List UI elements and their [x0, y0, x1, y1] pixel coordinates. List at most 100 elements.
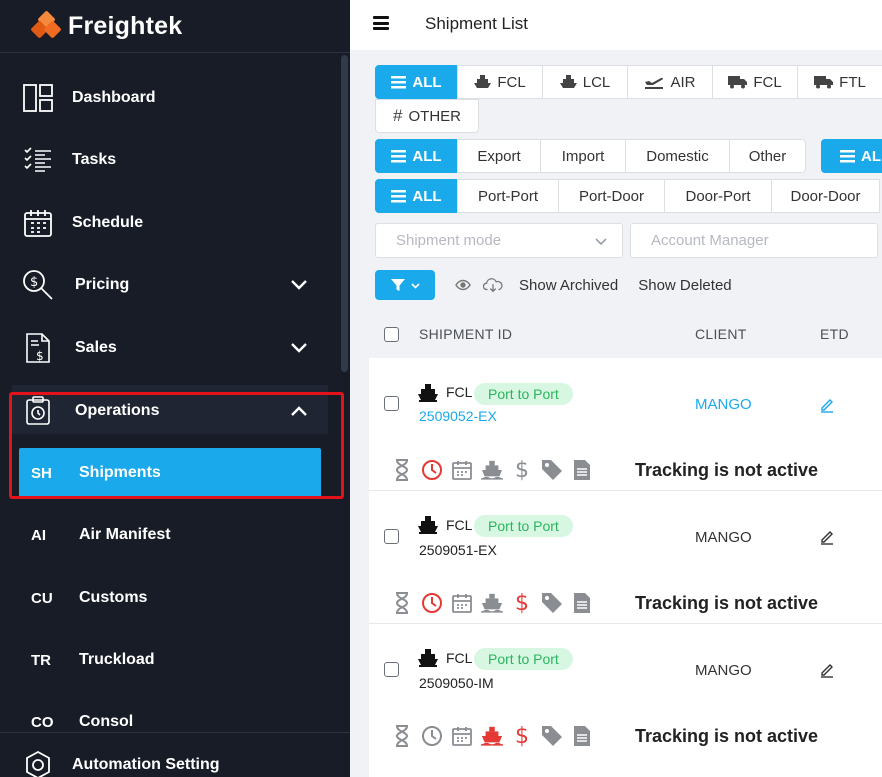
- service-badge: Port to Port: [474, 383, 573, 405]
- select-all-checkbox[interactable]: [384, 327, 399, 342]
- clock-alert-icon[interactable]: [421, 459, 443, 481]
- list-toolbar: Show Archived Show Deleted: [375, 270, 732, 300]
- sidebar-item-sales[interactable]: $ Sales: [0, 322, 340, 374]
- table-row[interactable]: FCL Port to Port 2509052-EX MANGO $ Trac…: [369, 358, 882, 491]
- calendar-icon[interactable]: [451, 725, 473, 747]
- sales-icon: $: [22, 332, 54, 364]
- direction-filter-domestic[interactable]: Domestic: [625, 139, 730, 173]
- mode-filter-lcl[interactable]: LCL: [542, 65, 628, 99]
- dollar-alert-icon[interactable]: $: [511, 591, 533, 616]
- sidebar-item-dashboard[interactable]: Dashboard: [0, 72, 340, 124]
- sidebar-subitem-truckload[interactable]: TR Truckload: [0, 635, 340, 685]
- column-header-client[interactable]: CLIENT: [695, 326, 747, 342]
- direction-filter-other[interactable]: Other: [729, 139, 806, 173]
- service-filter-all[interactable]: ALL: [375, 179, 458, 213]
- document-icon[interactable]: [571, 592, 593, 614]
- tag-icon[interactable]: [541, 592, 563, 614]
- calendar-icon[interactable]: [451, 592, 473, 614]
- ship-status-icon[interactable]: [481, 592, 503, 614]
- subitem-abbr: CO: [31, 713, 54, 731]
- sidebar-scrollbar[interactable]: [341, 55, 348, 372]
- list-icon: [391, 149, 407, 163]
- direction-filter-export[interactable]: Export: [457, 139, 541, 173]
- cloud-download-icon[interactable]: [483, 275, 503, 295]
- row-mode: FCL: [446, 517, 473, 533]
- ship-status-icon[interactable]: [481, 459, 503, 481]
- filter-button[interactable]: [375, 270, 435, 300]
- row-checkbox[interactable]: [384, 662, 399, 677]
- sidebar-item-pricing[interactable]: $ Pricing: [0, 259, 340, 311]
- service-filter-label: Door-Door: [790, 187, 861, 205]
- shipment-id-link[interactable]: 2509050-IM: [419, 675, 494, 691]
- direction-filter-label: ALL: [412, 147, 442, 165]
- shipment-mode-select[interactable]: Shipment mode: [375, 223, 623, 258]
- row-action-icons: $: [391, 724, 593, 749]
- client-link[interactable]: MANGO: [695, 662, 752, 679]
- hourglass-icon[interactable]: [391, 725, 413, 747]
- secondary-filter-all[interactable]: ALL: [821, 139, 882, 173]
- tag-icon[interactable]: [541, 725, 563, 747]
- clock-alert-icon[interactable]: [421, 592, 443, 614]
- row-checkbox[interactable]: [384, 396, 399, 411]
- direction-filter-import[interactable]: Import: [540, 139, 626, 173]
- mode-filter-air[interactable]: AIR: [627, 65, 713, 99]
- service-filter-port-port[interactable]: Port-Port: [457, 179, 559, 213]
- edit-icon[interactable]: [819, 662, 835, 678]
- client-link[interactable]: MANGO: [695, 396, 752, 413]
- mode-filter-fcl-sea[interactable]: FCL: [457, 65, 543, 99]
- direction-filter-all[interactable]: ALL: [375, 139, 458, 173]
- sidebar-item-schedule[interactable]: Schedule: [0, 197, 340, 249]
- mode-filter-label: FCL: [753, 73, 782, 91]
- table-row[interactable]: FCL Port to Port 2509051-EX MANGO $ Trac…: [369, 491, 882, 624]
- dollar-icon[interactable]: $: [511, 458, 533, 483]
- sidebar-item-tasks[interactable]: Tasks: [0, 134, 340, 186]
- column-header-etd[interactable]: ETD: [820, 326, 849, 342]
- mode-filter-ftl[interactable]: FTL: [797, 65, 882, 99]
- service-filter-door-door[interactable]: Door-Door: [771, 179, 880, 213]
- tag-icon[interactable]: [541, 459, 563, 481]
- hourglass-icon[interactable]: [391, 592, 413, 614]
- show-deleted-toggle[interactable]: Show Deleted: [638, 277, 731, 294]
- hamburger-menu-icon[interactable]: [373, 16, 389, 30]
- row-checkbox[interactable]: [384, 529, 399, 544]
- shipment-id-link[interactable]: 2509051-EX: [419, 542, 497, 558]
- mode-filter-other[interactable]: # OTHER: [375, 99, 479, 133]
- column-header-shipment-id[interactable]: SHIPMENT ID: [419, 326, 512, 342]
- chevron-down-icon[interactable]: [290, 339, 308, 357]
- document-icon[interactable]: [571, 459, 593, 481]
- show-archived-toggle[interactable]: Show Archived: [519, 277, 618, 294]
- ship-icon: [418, 516, 438, 534]
- account-manager-select[interactable]: Account Manager: [630, 223, 878, 258]
- eye-icon[interactable]: [453, 275, 473, 295]
- operations-selection-outline: [9, 392, 344, 499]
- chevron-down-icon[interactable]: [290, 276, 308, 294]
- edit-icon[interactable]: [819, 397, 835, 413]
- hourglass-icon[interactable]: [391, 459, 413, 481]
- account-manager-placeholder: Account Manager: [651, 232, 769, 249]
- mode-filter-fcl-truck[interactable]: FCL: [712, 65, 798, 99]
- client-link[interactable]: MANGO: [695, 529, 752, 546]
- brand[interactable]: Freightek: [0, 0, 350, 53]
- service-filter-door-port[interactable]: Door-Port: [664, 179, 772, 213]
- table-row[interactable]: FCL Port to Port 2509050-IM MANGO $ Trac…: [369, 624, 882, 777]
- service-filter-label: Door-Port: [685, 187, 751, 205]
- sidebar-subitem-air-manifest[interactable]: AI Air Manifest: [0, 510, 340, 560]
- subitem-abbr: TR: [31, 651, 51, 669]
- calendar-icon[interactable]: [451, 459, 473, 481]
- sidebar-item-automation-setting[interactable]: Automation Setting: [0, 741, 340, 777]
- shipment-id-link[interactable]: 2509052-EX: [419, 408, 497, 424]
- dollar-alert-icon[interactable]: $: [511, 724, 533, 749]
- secondary-filter-label: ALL: [861, 147, 882, 165]
- direction-filter-label: Export: [477, 147, 521, 165]
- edit-icon[interactable]: [819, 529, 835, 545]
- direction-filter-group: ALL Export Import Domestic Other ALL: [375, 139, 882, 173]
- tracking-status: Tracking is not active: [635, 593, 819, 613]
- sidebar-item-label: Schedule: [72, 214, 144, 231]
- service-filter-port-door[interactable]: Port-Door: [558, 179, 665, 213]
- mode-filter-all[interactable]: ALL: [375, 65, 458, 99]
- pricing-icon: $: [22, 269, 54, 301]
- sidebar-subitem-customs[interactable]: CU Customs: [0, 573, 340, 623]
- clock-icon[interactable]: [421, 725, 443, 747]
- document-icon[interactable]: [571, 725, 593, 747]
- ship-alert-icon[interactable]: [481, 725, 503, 747]
